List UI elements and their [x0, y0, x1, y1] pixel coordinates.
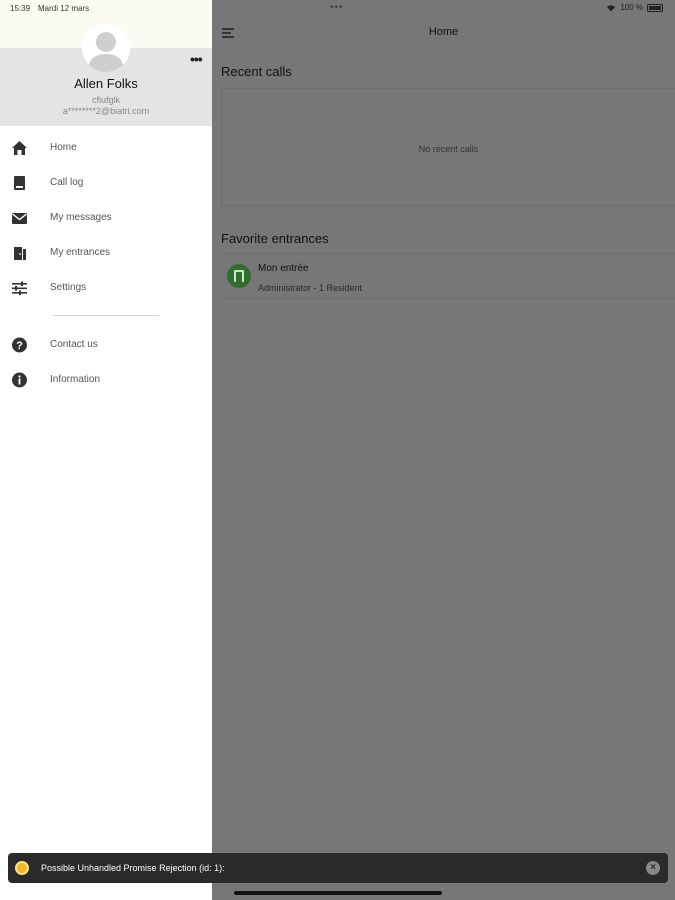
wifi-icon — [607, 4, 616, 11]
drawer-item-label: Contact us — [50, 339, 98, 350]
recent-calls-panel: No recent calls — [221, 88, 675, 206]
favorite-entrances-title: Favorite entrances — [221, 231, 329, 246]
favorite-entrance-item[interactable]: Mon entrée Administrator - 1 Resident — [221, 253, 675, 299]
battery-icon — [647, 3, 663, 12]
drawer-item-label: My messages — [50, 212, 112, 223]
drawer-item-call-log[interactable]: Call log — [0, 168, 212, 198]
drawer-item-my-messages[interactable]: My messages — [0, 203, 212, 233]
book-icon — [11, 175, 28, 191]
home-indicator[interactable] — [234, 891, 442, 895]
favorite-entrance-subtitle: Administrator - 1 Resident — [258, 283, 363, 293]
warning-toast[interactable]: Possible Unhandled Promise Rejection (id… — [8, 853, 668, 883]
divider — [53, 315, 159, 316]
door-icon — [227, 264, 251, 288]
no-recent-calls-text: No recent calls — [418, 144, 479, 154]
sliders-icon — [11, 280, 28, 296]
home-icon — [11, 140, 28, 156]
drawer-item-contact-us[interactable]: ? Contact us — [0, 330, 212, 360]
top-bar: Home — [212, 18, 675, 50]
page-title: Home — [428, 26, 459, 38]
recent-calls-title: Recent calls — [221, 64, 292, 79]
status-right: 100 % — [606, 3, 663, 12]
drawer-item-settings[interactable]: Settings — [0, 273, 212, 303]
close-icon[interactable]: × — [646, 861, 660, 875]
drawer-item-label: My entrances — [50, 247, 111, 258]
drawer-item-home[interactable]: Home — [0, 133, 212, 163]
info-icon — [11, 372, 28, 388]
drawer-item-label: Home — [50, 142, 77, 153]
help-icon: ? — [11, 337, 28, 353]
drawer-item-label: Call log — [50, 177, 84, 188]
multitasking-dots-icon[interactable]: ••• — [330, 2, 344, 13]
drawer-item-label: Settings — [50, 282, 87, 293]
drawer-item-label: Information — [50, 374, 101, 385]
user-id: cfiufglk — [91, 95, 120, 105]
door-icon — [11, 245, 28, 261]
status-time: 15:39 — [10, 4, 31, 13]
drawer-item-information[interactable]: Information — [0, 365, 212, 395]
more-options-icon[interactable]: ••• — [190, 52, 203, 66]
navigation-drawer: ••• Allen Folks cfiufglk a********2@biat… — [0, 0, 212, 900]
status-date: Mardi 12 mars — [38, 4, 90, 13]
user-name: Allen Folks — [74, 76, 138, 91]
svg-text:?: ? — [16, 340, 23, 352]
battery-percent: 100 % — [620, 3, 643, 12]
avatar[interactable] — [82, 24, 130, 72]
favorite-entrance-name: Mon entrée — [258, 263, 309, 274]
envelope-icon — [11, 210, 28, 226]
drawer-header: ••• Allen Folks cfiufglk a********2@biat… — [0, 0, 212, 126]
main-content: Home Recent calls No recent calls Favori… — [212, 0, 675, 900]
user-email: a********2@biatri.com — [62, 106, 150, 116]
toast-message: Possible Unhandled Promise Rejection (id… — [41, 863, 225, 873]
status-bar: 15:39 Mardi 12 mars ••• 100 % — [0, 0, 675, 18]
drawer-item-my-entrances[interactable]: My entrances — [0, 238, 212, 268]
warning-icon — [15, 861, 29, 875]
